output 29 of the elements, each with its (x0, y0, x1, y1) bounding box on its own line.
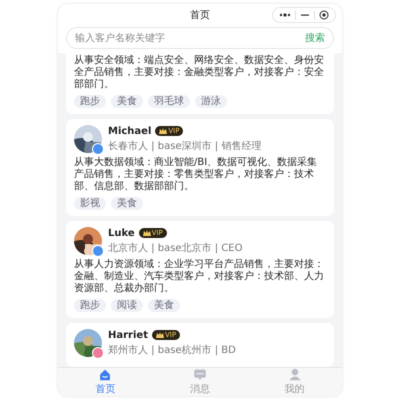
crown-icon[interactable] (142, 230, 151, 236)
interest-tag: 阅读 (111, 299, 143, 312)
interest-tag: 美食 (148, 299, 180, 312)
more-icon[interactable] (279, 11, 291, 19)
customer-info: 北京市人 | base北京市 | CEO (108, 242, 242, 254)
crown-icon[interactable] (159, 128, 168, 134)
customer-name: Michael (108, 126, 152, 136)
interest-tag: 美食 (111, 95, 143, 108)
customer-info: 长春市人 | base深圳市 | 销售经理 (108, 140, 262, 152)
customer-name: Luke (108, 228, 135, 238)
tab-item[interactable]: 我的 (247, 368, 342, 396)
customer-description: 从事大数据领域：商业智能/BI、数据可视化、数据采集产品销售，主要对接：零售类型客户，对接客户：技术部、信息部、数据部部门。 (74, 157, 318, 193)
customer-name: Harriet (108, 330, 148, 340)
profile-card[interactable]: 从事安全领域：端点安全、网络安全、数据安全、身份安全产品销售，主要对接：金融类型客户，对接客户：安全部部门。 跑步 美食 羽毛球 游泳 (66, 53, 334, 114)
search-button[interactable]: 搜索 (305, 31, 325, 45)
interest-tag: 跑步 (74, 95, 106, 108)
interest-tag: 羽毛球 (148, 95, 190, 108)
interest-tag: 影视 (74, 197, 106, 210)
customer-description: 从事人力资源领域：企业学习平台产品销售，主要对接：金融、制造业、汽车类型客户，对接客户：技术部、人力资源部、总裁办部门。 (74, 259, 325, 295)
interest-tag: 跑步 (74, 299, 106, 312)
page-title: 首页 (190, 9, 210, 22)
interest-tag: 游泳 (195, 95, 227, 108)
customer-description: 从事安全领域：端点安全、网络安全、数据安全、身份安全产品销售，主要对接：金融类型客户，对接客户：安全部部门。 (74, 55, 325, 91)
crown-icon[interactable] (156, 332, 164, 338)
interest-tag: 美食 (111, 197, 143, 210)
person-icon (286, 368, 303, 381)
tab-item[interactable]: 首页 (58, 368, 153, 396)
customer-info: 郑州市人 | base杭州市 | BD (108, 344, 236, 356)
tab-item[interactable]: 消息 (152, 368, 248, 396)
